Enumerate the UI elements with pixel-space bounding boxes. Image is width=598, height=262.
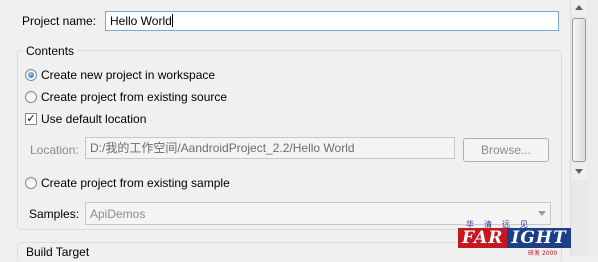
window-edge [588, 0, 598, 256]
radio-create-new-project[interactable]: Create new project in workspace [25, 67, 215, 83]
samples-label: Samples: [29, 207, 80, 221]
watermark-main: FAR IGHT [458, 228, 571, 248]
text-caret [171, 14, 173, 27]
build-target-title: Build Target [23, 245, 93, 259]
contents-group-title: Contents [23, 44, 78, 58]
radio-existing-source-label: Create project from existing source [41, 90, 228, 104]
scroll-up-arrow-icon[interactable] [571, 0, 587, 16]
radio-selected-icon[interactable] [25, 69, 37, 81]
chevron-down-icon[interactable] [538, 211, 546, 216]
watermark-left-text: FAR [458, 228, 508, 248]
use-default-location-checkbox[interactable]: ✓ Use default location [25, 111, 146, 127]
browse-button[interactable]: Browse... [463, 138, 549, 162]
project-name-value: Hello World [110, 14, 172, 28]
radio-existing-sample-label: Create project from existing sample [41, 176, 230, 190]
watermark-right-text: IGHT [507, 228, 571, 248]
radio-unselected-icon[interactable] [25, 91, 37, 103]
radio-create-from-existing-sample[interactable]: Create project from existing sample [25, 175, 230, 191]
vertical-scrollbar[interactable] [570, 0, 588, 256]
checkmark-icon[interactable]: ✓ [25, 113, 37, 125]
location-label: Location: [30, 143, 79, 157]
location-input[interactable]: D:/我的工作空间/AandroidProject_2.2/Hello Worl… [85, 137, 455, 159]
radio-create-from-existing-source[interactable]: Create project from existing source [25, 89, 227, 105]
project-name-label: Project name: [22, 14, 97, 28]
farsight-watermark-logo: 华清远见 FAR IGHT 研发 2000 [458, 219, 598, 257]
samples-selected-value: ApiDemos [90, 207, 146, 221]
radio-unselected-icon[interactable] [25, 177, 37, 189]
project-name-row: Project name: Hello World [6, 11, 562, 33]
radio-create-new-project-label: Create new project in workspace [41, 68, 216, 82]
scrollbar-thumb[interactable] [572, 18, 586, 162]
scroll-down-arrow-icon[interactable] [571, 164, 587, 180]
project-name-input[interactable]: Hello World [105, 11, 559, 31]
use-default-location-label: Use default location [41, 112, 147, 126]
